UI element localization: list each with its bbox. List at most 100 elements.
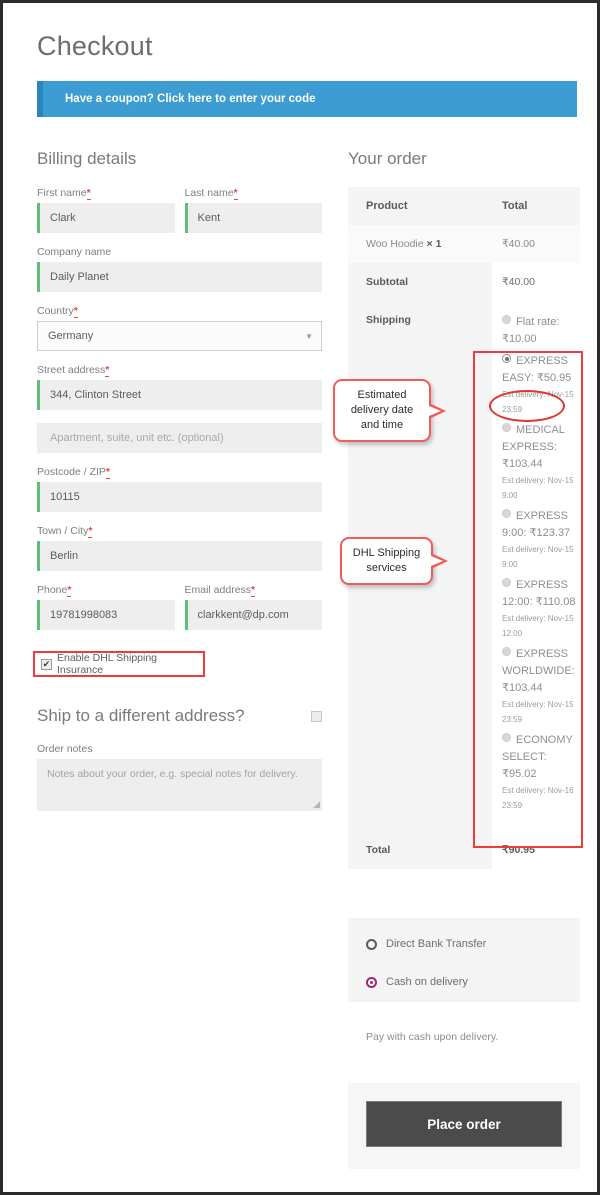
shipping-method-option[interactable]: MEDICAL EXPRESS: ₹103.44 Est delivery: No…: [502, 422, 580, 503]
country-selected-value: Germany: [48, 330, 94, 342]
resize-handle-icon[interactable]: ◢: [313, 799, 320, 810]
required-marker: *: [251, 584, 256, 597]
shipping-method-line: EXPRESS 9:00: ₹123.37: [502, 508, 580, 542]
ship-different-address-label: Ship to a different address?: [37, 706, 245, 725]
shipping-methods-cell: Flat rate: ₹10.00 EXPRESS EASY: ₹50.95 Est…: [492, 301, 580, 831]
shipping-method-line: EXPRESS 12:00: ₹110.08: [502, 577, 580, 611]
email-input[interactable]: clarkkent@dp.com: [184, 600, 322, 630]
table-row: Woo Hoodie × 1 ₹40.00: [348, 225, 580, 263]
payment-method-bank-transfer[interactable]: Direct Bank Transfer: [366, 938, 580, 950]
dhl-insurance-annotation-box: ✔ Enable DHL Shipping Insurance: [33, 651, 205, 677]
street-address-input[interactable]: 344, Clinton Street: [37, 380, 322, 410]
shipping-method-option[interactable]: ECONOMY SELECT: ₹95.02 Est delivery: Nov-…: [502, 732, 580, 813]
shipping-method-price: ₹103.44: [502, 682, 543, 694]
order-heading: Your order: [348, 149, 427, 168]
payment-method-cash-on-delivery[interactable]: Cash on delivery: [366, 976, 580, 988]
last-name-label: Last name*: [184, 187, 238, 200]
last-name-input[interactable]: Kent: [184, 203, 322, 233]
ship-different-address-checkbox[interactable]: [311, 710, 322, 722]
radio-shipping-method[interactable]: [502, 509, 511, 518]
required-marker: *: [233, 187, 238, 200]
shipping-method-label: EXPRESS WORLDWIDE:: [502, 648, 575, 677]
country-select[interactable]: Germany ▼: [37, 321, 322, 351]
payment-label-cash-on-delivery: Cash on delivery: [386, 976, 468, 988]
email-group: Email address* clarkkent@dp.com: [184, 584, 322, 630]
order-total-label: Total: [348, 831, 492, 869]
shipping-method-label: MEDICAL EXPRESS:: [502, 424, 565, 453]
place-order-button[interactable]: Place order: [366, 1101, 562, 1147]
required-marker: *: [86, 187, 91, 200]
shipping-method-price: ₹95.02: [502, 768, 537, 780]
shipping-method-eta: Est delivery: Nov-15 9:00: [502, 545, 574, 569]
shipping-method-label: ECONOMY SELECT:: [502, 734, 573, 763]
required-marker: *: [73, 305, 78, 318]
phone-label: Phone*: [37, 584, 72, 597]
shipping-method-line: EXPRESS WORLDWIDE: ₹103.44: [502, 646, 580, 697]
radio-shipping-method[interactable]: [502, 354, 511, 363]
subtotal-label: Subtotal: [348, 263, 492, 301]
shipping-method-eta: Est delivery: Nov-15 23:59: [502, 390, 574, 414]
radio-bank-transfer[interactable]: [366, 938, 377, 950]
radio-shipping-method[interactable]: [502, 647, 511, 656]
radio-cash-on-delivery[interactable]: [366, 976, 377, 988]
coupon-link[interactable]: Have a coupon? Click here to enter your …: [43, 93, 316, 105]
page-title: Checkout: [37, 31, 153, 61]
first-name-group: First name* Clark: [37, 187, 175, 233]
required-marker: *: [105, 364, 110, 377]
town-city-input[interactable]: Berlin: [37, 541, 322, 571]
company-name-input[interactable]: Daily Planet: [37, 262, 322, 292]
company-name-group: Company name Daily Planet: [37, 246, 322, 292]
line-item-name: Woo Hoodie × 1: [348, 225, 492, 263]
coupon-notice[interactable]: Have a coupon? Click here to enter your …: [37, 81, 577, 117]
column-header-product: Product: [348, 187, 492, 225]
postcode-label: Postcode / ZIP*: [37, 466, 110, 479]
callout-dhl-shipping-services: DHL Shipping services: [340, 537, 448, 585]
order-total-value: ₹90.95: [492, 831, 580, 869]
contact-row: Phone* 19781998083 Email address* clarkk…: [37, 584, 322, 630]
radio-shipping-method[interactable]: [502, 578, 511, 587]
shipping-method-eta: Est delivery: Nov-16 23:59: [502, 786, 574, 810]
radio-shipping-method[interactable]: [502, 315, 511, 324]
radio-shipping-method[interactable]: [502, 733, 511, 742]
shipping-method-option[interactable]: EXPRESS 12:00: ₹110.08 Est delivery: Nov-…: [502, 577, 580, 641]
line-item-total: ₹40.00: [492, 225, 580, 263]
last-name-group: Last name* Kent: [184, 187, 322, 233]
subtotal-row: Subtotal ₹40.00: [348, 263, 580, 301]
company-name-label: Company name: [37, 246, 112, 258]
shipping-method-option[interactable]: EXPRESS EASY: ₹50.95 Est delivery: Nov-15…: [502, 353, 580, 417]
postcode-group: Postcode / ZIP* 10115: [37, 466, 322, 512]
required-marker: *: [67, 584, 72, 597]
your-order-section: Your order Product Total Woo Hoodie × 1 …: [348, 149, 580, 869]
radio-shipping-method[interactable]: [502, 423, 511, 432]
shipping-method-line: MEDICAL EXPRESS: ₹103.44: [502, 422, 580, 473]
order-notes-label: Order notes: [37, 743, 93, 755]
subtotal-value: ₹40.00: [492, 263, 580, 301]
ship-different-address-row[interactable]: Ship to a different address?: [37, 706, 322, 726]
table-header-row: Product Total: [348, 187, 580, 225]
order-summary-table: Product Total Woo Hoodie × 1 ₹40.00 Subt…: [348, 187, 580, 869]
country-group: Country* Germany ▼: [37, 305, 322, 351]
shipping-method-label: Flat rate:: [516, 316, 560, 328]
street-address-group: Street address* 344, Clinton Street: [37, 364, 322, 410]
dhl-insurance-checkbox[interactable]: ✔: [41, 658, 52, 670]
town-city-label: Town / City*: [37, 525, 93, 538]
product-name: Woo Hoodie: [366, 238, 424, 250]
first-name-input[interactable]: Clark: [37, 203, 175, 233]
postcode-input[interactable]: 10115: [37, 482, 322, 512]
shipping-method-eta: Est delivery: Nov-15 12:00: [502, 614, 574, 638]
address-line-2-input[interactable]: Apartment, suite, unit etc. (optional): [37, 423, 322, 453]
shipping-method-option[interactable]: Flat rate: ₹10.00: [502, 314, 580, 348]
shipping-method-option[interactable]: EXPRESS 9:00: ₹123.37 Est delivery: Nov-1…: [502, 508, 580, 572]
phone-input[interactable]: 19781998083: [37, 600, 175, 630]
street-address-label: Street address*: [37, 364, 110, 377]
phone-group: Phone* 19781998083: [37, 584, 175, 630]
shipping-method-line: EXPRESS EASY: ₹50.95: [502, 353, 580, 387]
shipping-method-price: ₹123.37: [529, 527, 571, 539]
total-row: Total ₹90.95: [348, 831, 580, 869]
order-notes-textarea[interactable]: Notes about your order, e.g. special not…: [37, 759, 322, 811]
country-label: Country*: [37, 305, 78, 318]
payment-method-description: Pay with cash upon delivery.: [348, 1013, 580, 1061]
shipping-method-line: ECONOMY SELECT: ₹95.02: [502, 732, 580, 783]
dhl-insurance-label[interactable]: Enable DHL Shipping Insurance: [57, 652, 203, 676]
shipping-method-option[interactable]: EXPRESS WORLDWIDE: ₹103.44 Est delivery: …: [502, 646, 580, 727]
